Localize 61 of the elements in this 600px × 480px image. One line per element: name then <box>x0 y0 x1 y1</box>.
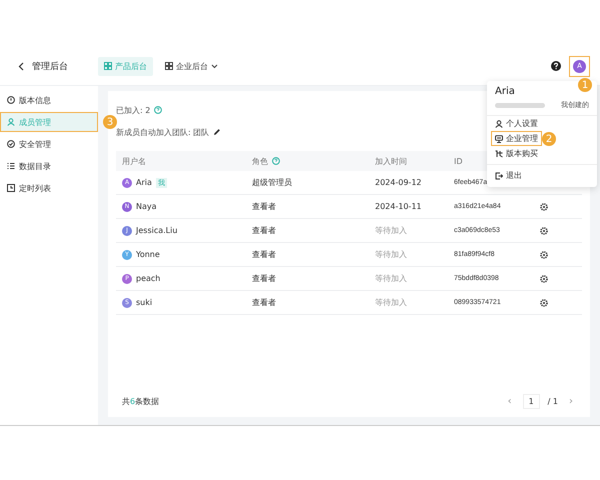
step-badge: 2 <box>542 132 556 146</box>
auto-join-text: 新成员自动加入团队: 团队 <box>116 126 210 138</box>
info-icon <box>7 96 15 104</box>
settings-icon[interactable] <box>540 298 548 306</box>
user-name: Jessica.Liu <box>136 226 178 235</box>
join-time: 等待加入 <box>375 297 407 308</box>
back-icon <box>18 62 24 70</box>
settings-icon[interactable] <box>540 250 548 258</box>
back-button[interactable]: 管理后台 <box>18 60 90 72</box>
role-text: 查看者 <box>252 273 276 284</box>
settings-icon[interactable] <box>540 226 548 234</box>
total-count: 共6条数据 <box>122 396 160 406</box>
grid-icon <box>104 62 112 70</box>
menu-item[interactable]: 企业管理 <box>491 131 542 146</box>
page-total: / 1 <box>548 396 558 406</box>
role-text: 查看者 <box>252 249 276 260</box>
edit-icon[interactable] <box>213 128 222 136</box>
step-badge: 3 <box>103 115 117 129</box>
step-badge: 1 <box>578 78 592 92</box>
check-icon <box>7 140 15 148</box>
column-header: 加入时间 <box>375 156 407 166</box>
join-time: 等待加入 <box>375 273 407 284</box>
settings-icon[interactable] <box>540 202 548 210</box>
exit-icon <box>495 172 503 180</box>
sidebar-item[interactable]: 定时列表 <box>0 178 98 198</box>
user-name: Aria <box>494 86 516 97</box>
settings-icon[interactable] <box>540 274 548 282</box>
menu-item[interactable]: 退出 <box>491 168 526 183</box>
chevron-down-icon <box>211 64 218 68</box>
page-input[interactable]: 1 <box>522 394 540 408</box>
join-time: 2024-10-11 <box>375 202 422 211</box>
user-icon <box>7 118 15 126</box>
grid-icon <box>165 62 173 70</box>
role-text: 超级管理员 <box>252 177 292 188</box>
join-time: 等待加入 <box>375 225 407 236</box>
help-icon[interactable] <box>551 61 561 71</box>
clock-icon <box>7 184 15 192</box>
menu-item[interactable]: 个人设置 <box>491 116 542 131</box>
sidebar-item[interactable]: 安全管理 <box>0 134 98 154</box>
column-header: 角色 <box>252 156 268 166</box>
list-icon <box>7 162 15 170</box>
sidebar-item[interactable]: 数据目录 <box>0 156 98 176</box>
sidebar-item[interactable]: 版本信息 <box>0 90 98 110</box>
role-text: 查看者 <box>252 201 276 212</box>
menu-item[interactable]: 版本购买 <box>491 146 542 161</box>
person-icon <box>495 120 503 128</box>
column-header: 用户名 <box>122 156 146 166</box>
user-name: peach <box>136 274 160 283</box>
user-name: Naya <box>136 202 157 211</box>
role-text: 查看者 <box>252 297 276 308</box>
user-name: Aria <box>136 178 152 187</box>
tab[interactable]: 企业后台 <box>159 56 224 76</box>
role-text: 查看者 <box>252 225 276 236</box>
user-name: suki <box>136 298 152 307</box>
blurred-email <box>495 102 545 108</box>
column-header: ID <box>454 156 463 166</box>
monitor-icon <box>495 134 503 142</box>
join-time: 等待加入 <box>375 249 407 260</box>
join-time: 2024-09-12 <box>375 178 422 187</box>
joined-count: 已加入: 2 <box>116 104 150 116</box>
user-name: Yonne <box>136 250 160 259</box>
